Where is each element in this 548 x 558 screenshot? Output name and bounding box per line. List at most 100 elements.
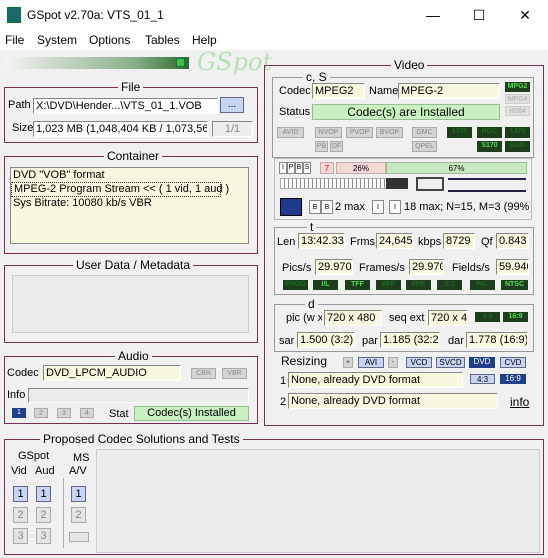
pvop-button[interactable]: PVOP: [346, 127, 373, 138]
sar-field: 1.500 (3:2): [297, 332, 355, 348]
resize-avi-button[interactable]: AVI: [358, 357, 384, 368]
container-group-title: Container: [104, 150, 163, 163]
vbr-button[interactable]: VBR: [222, 368, 247, 379]
path-field[interactable]: X:\DVD\Hender...\VTS_01_1.VOB: [33, 98, 218, 114]
proposed-solutions-area: [96, 449, 540, 553]
pb-button[interactable]: PB: [315, 141, 328, 152]
resize-info-link[interactable]: info: [510, 396, 529, 409]
menu-tables[interactable]: Tables: [145, 33, 180, 47]
gop-i-label: I: [372, 200, 384, 214]
proposed-group-title: Proposed Codec Solutions and Tests: [40, 433, 243, 446]
lcd-1470: 1470: [505, 127, 530, 138]
av-button-2[interactable]: 2: [71, 507, 86, 523]
path-label: Path: [8, 99, 31, 111]
resize-vcd-button[interactable]: VCD: [406, 357, 432, 368]
df-button[interactable]: DF: [330, 141, 343, 152]
video-name-field: MPEG-2: [398, 83, 500, 99]
frames-per-sec-label: Frames/s: [359, 262, 405, 274]
audio-codec-label: Codec: [7, 367, 39, 379]
avid-button[interactable]: AVID: [277, 127, 304, 138]
aud-label: Aud: [35, 465, 55, 477]
par-field: 1.185 (32:27): [380, 332, 440, 348]
close-button[interactable]: ✕: [502, 0, 548, 30]
d-group-title: d: [305, 298, 318, 311]
av-button-1[interactable]: 1: [71, 486, 86, 502]
video-status-field: Codec(s) are Installed: [312, 104, 500, 120]
menu-file[interactable]: File: [5, 33, 24, 47]
frame-pct2: 67%: [386, 162, 527, 174]
nvop-button[interactable]: NVOP: [315, 127, 342, 138]
gop-b-label-2: B: [321, 200, 333, 214]
status-led: [176, 58, 185, 67]
gop-b-label: B: [309, 200, 321, 214]
seq-ext-field: 720 x 48: [428, 310, 468, 326]
video-group-title: Video: [391, 59, 428, 72]
audio-stat-field: Codec(s) Installed: [134, 406, 249, 421]
av-label: A/V: [69, 465, 87, 477]
frames-per-sec-field: 29.970: [409, 259, 444, 275]
size-field: 1,023 MB (1,048,404 KB / 1,073,56: [33, 121, 208, 137]
pic-label: pic (w x h): [286, 312, 322, 324]
seq-ext-label: seq ext: [389, 312, 425, 324]
audio-stream-1[interactable]: 1: [12, 408, 26, 418]
resize-plus-button[interactable]: +: [343, 357, 353, 368]
cbr-button[interactable]: CBR: [191, 368, 216, 379]
frame-type-i: I: [279, 162, 287, 174]
gspot-logo: GSpot: [197, 48, 273, 76]
resize-row2-field: None, already DVD format: [288, 393, 498, 409]
resize-cvd-button[interactable]: CVD: [500, 357, 526, 368]
resize-minus-button[interactable]: -: [388, 357, 398, 368]
lcd-s170: S170: [477, 141, 502, 152]
vid-button-3[interactable]: 3: [13, 528, 28, 544]
fields-label: Fields/s: [452, 262, 490, 274]
aud-button-3[interactable]: 3: [36, 528, 51, 544]
aud-button-1[interactable]: 1: [36, 486, 51, 502]
pics-label: Pics/s: [282, 262, 312, 274]
vid-button-1[interactable]: 1: [13, 486, 28, 502]
browse-button[interactable]: ...: [220, 97, 244, 113]
frame-type-p: P: [287, 162, 295, 174]
lcd-roc: ROC: [477, 127, 502, 138]
video-codec-label: Codec: [279, 85, 311, 97]
frame-type-b: B: [295, 162, 303, 174]
resize-dvd-button[interactable]: DVD: [469, 357, 495, 368]
menu-help[interactable]: Help: [192, 33, 217, 47]
gradient-strip: [4, 57, 189, 69]
kbps-field: 8729: [443, 233, 475, 249]
menu-system[interactable]: System: [37, 33, 77, 47]
video-status-label: Status: [279, 106, 311, 118]
ratio-16-9-led: 16:9: [503, 312, 528, 322]
lcd-pal: PAL: [470, 280, 495, 290]
frms-field: 24,645: [376, 233, 413, 249]
bvop-button[interactable]: BVOP: [376, 127, 403, 138]
lcd-bff: BFF: [376, 280, 401, 290]
lcd-1709: 1709: [447, 127, 472, 138]
qpel-button[interactable]: QPEL: [412, 141, 437, 152]
aud-button-2[interactable]: 2: [36, 507, 51, 523]
resize-row2-num: 2: [280, 396, 287, 408]
gspot-label: GSpot: [18, 450, 50, 462]
resize-svcd-button[interactable]: SVCD: [436, 357, 465, 368]
file-group-title: File: [118, 81, 144, 94]
audio-stream-2[interactable]: 2: [34, 408, 48, 418]
audio-stream-4[interactable]: 4: [80, 408, 94, 418]
minimize-button[interactable]: —: [410, 0, 456, 30]
gmc-button[interactable]: GMC: [412, 127, 437, 138]
resize-ratio-16-9[interactable]: 16:9: [500, 374, 526, 384]
h264-led: H264: [505, 106, 530, 116]
gop-lines: [448, 178, 526, 192]
vid-button-2[interactable]: 2: [13, 507, 28, 523]
menu-options[interactable]: Options: [89, 33, 130, 47]
size-label: Size: [12, 122, 34, 134]
container-line: MPEG-2 Program Stream << ( 1 vid, 1 aud …: [11, 182, 229, 197]
video-name-label: Name: [369, 85, 399, 97]
audio-stream-3[interactable]: 3: [57, 408, 71, 418]
maximize-button[interactable]: ☐: [456, 0, 502, 30]
gop-b-max: 2 max: [335, 201, 365, 213]
resizing-label: Resizing: [281, 354, 328, 368]
resize-ratio-4-3[interactable]: 4:3: [470, 374, 495, 384]
dar-label: dar: [448, 335, 464, 347]
audio-info-field: [28, 388, 249, 403]
frame-pct1: 26%: [336, 162, 386, 174]
app-icon: [7, 7, 21, 23]
